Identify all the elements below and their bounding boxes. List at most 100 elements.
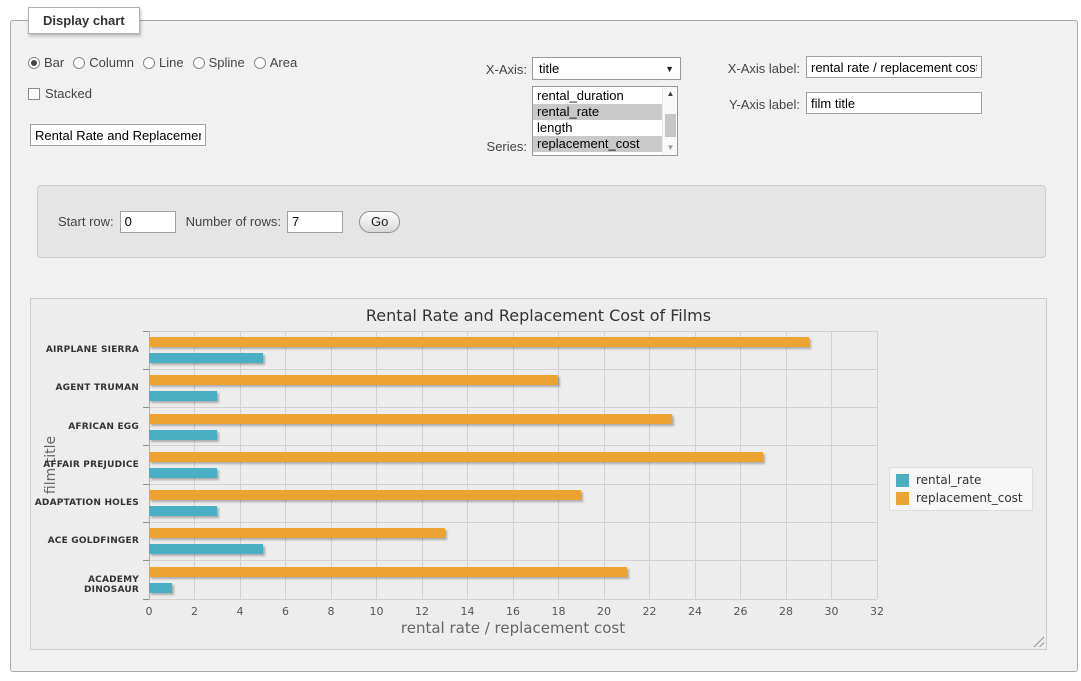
- bar-rental_rate-airplane-sierra[interactable]: [149, 353, 263, 363]
- x-tick-label: 12: [407, 605, 437, 618]
- radio-label: Column: [89, 55, 134, 70]
- gridline: [467, 331, 468, 599]
- bar-replacement_cost-ace-goldfinger[interactable]: [149, 528, 445, 538]
- y-axis-line: [149, 331, 150, 599]
- start-row-input[interactable]: [120, 211, 176, 233]
- scroll-down-icon[interactable]: ▼: [663, 141, 678, 155]
- bar-rental_rate-african-egg[interactable]: [149, 430, 217, 440]
- series-option-rental_duration[interactable]: rental_duration: [533, 88, 662, 104]
- x-tick-label: 8: [316, 605, 346, 618]
- x-tick-label: 20: [589, 605, 619, 618]
- x-tick-label: 28: [771, 605, 801, 618]
- gridline: [831, 331, 832, 599]
- gridline: [422, 331, 423, 599]
- x-axis-label-label: X-Axis label:: [680, 61, 800, 76]
- chevron-down-icon: ▼: [665, 64, 674, 74]
- series-select-label: Series:: [407, 139, 527, 154]
- bar-replacement_cost-academy-dinosaur[interactable]: [149, 567, 627, 577]
- gridline: [149, 407, 877, 408]
- x-tick-label: 18: [544, 605, 574, 618]
- x-tick-label: 16: [498, 605, 528, 618]
- gridline: [149, 445, 877, 446]
- gridline: [194, 331, 195, 599]
- chart-type-area[interactable]: Area: [254, 55, 297, 70]
- radio-icon[interactable]: [143, 57, 155, 69]
- scroll-up-icon[interactable]: ▲: [663, 87, 678, 101]
- chart-type-line[interactable]: Line: [143, 55, 184, 70]
- radio-label: Area: [270, 55, 297, 70]
- y-axis-label-label: Y-Axis label:: [680, 97, 800, 112]
- legend-swatch-icon: [896, 492, 909, 505]
- gridline: [877, 331, 878, 599]
- legend-swatch-icon: [896, 474, 909, 487]
- legend-label: replacement_cost: [916, 491, 1023, 505]
- gridline: [376, 331, 377, 599]
- num-rows-label: Number of rows:: [186, 214, 281, 229]
- y-axis-label-input[interactable]: [806, 92, 982, 114]
- gridline: [149, 599, 877, 600]
- resize-handle-icon[interactable]: [1033, 636, 1044, 647]
- category-label: ADAPTATION HOLES: [31, 498, 139, 508]
- chart-type-bar[interactable]: Bar: [28, 55, 64, 70]
- bar-rental_rate-agent-truman[interactable]: [149, 391, 217, 401]
- series-options: rental_durationrental_ratelengthreplacem…: [533, 88, 662, 152]
- category-label: AFRICAN EGG: [31, 422, 139, 432]
- bar-replacement_cost-airplane-sierra[interactable]: [149, 337, 809, 347]
- start-row-label: Start row:: [58, 214, 114, 229]
- go-button[interactable]: Go: [359, 211, 400, 233]
- legend-item-replacement_cost[interactable]: replacement_cost: [896, 491, 1023, 505]
- chart-title: Rental Rate and Replacement Cost of Film…: [31, 306, 1046, 325]
- gridline: [149, 369, 877, 370]
- radio-icon[interactable]: [193, 57, 205, 69]
- category-label: ACADEMY DINOSAUR: [31, 575, 139, 595]
- legend-item-rental_rate[interactable]: rental_rate: [896, 473, 1023, 487]
- series-option-length[interactable]: length: [533, 120, 662, 136]
- series-option-replacement_cost[interactable]: replacement_cost: [533, 136, 662, 152]
- series-scrollbar[interactable]: ▲ ▼: [662, 87, 677, 155]
- x-axis-label-input[interactable]: [806, 56, 982, 78]
- radio-icon[interactable]: [28, 57, 40, 69]
- x-tick-label: 2: [180, 605, 210, 618]
- category-label: ACE GOLDFINGER: [31, 536, 139, 546]
- radio-icon[interactable]: [254, 57, 266, 69]
- x-axis-select[interactable]: title ▼: [532, 57, 681, 80]
- gridline: [740, 331, 741, 599]
- bar-replacement_cost-affair-prejudice[interactable]: [149, 452, 763, 462]
- x-axis-selected-value: title: [539, 61, 559, 76]
- x-tick-label: 10: [362, 605, 392, 618]
- category-label: AGENT TRUMAN: [31, 383, 139, 393]
- radio-icon[interactable]: [73, 57, 85, 69]
- chart-container: Rental Rate and Replacement Cost of Film…: [30, 298, 1047, 650]
- bar-replacement_cost-agent-truman[interactable]: [149, 375, 558, 385]
- gridline: [558, 331, 559, 599]
- page: Display chart BarColumnLineSplineArea St…: [0, 0, 1081, 681]
- bar-rental_rate-affair-prejudice[interactable]: [149, 468, 217, 478]
- bar-rental_rate-academy-dinosaur[interactable]: [149, 583, 172, 593]
- gridline: [331, 331, 332, 599]
- num-rows-input[interactable]: [287, 211, 343, 233]
- x-tick-label: 22: [635, 605, 665, 618]
- series-listbox[interactable]: rental_durationrental_ratelengthreplacem…: [532, 86, 678, 156]
- row-range-box: Start row: Number of rows: Go: [37, 185, 1046, 258]
- x-tick-label: 24: [680, 605, 710, 618]
- gridline: [149, 560, 877, 561]
- category-label: AIRPLANE SIERRA: [31, 345, 139, 355]
- series-option-rental_rate[interactable]: rental_rate: [533, 104, 662, 120]
- chart-title-input[interactable]: [30, 124, 206, 146]
- gridline: [786, 331, 787, 599]
- bar-rental_rate-adaptation-holes[interactable]: [149, 506, 217, 516]
- x-tick-label: 0: [134, 605, 164, 618]
- chart-x-axis-title: rental rate / replacement cost: [149, 619, 877, 637]
- legend-label: rental_rate: [916, 473, 981, 487]
- scrollbar-thumb[interactable]: [665, 114, 676, 137]
- x-tick-label: 4: [225, 605, 255, 618]
- chart-type-column[interactable]: Column: [73, 55, 134, 70]
- bar-rental_rate-ace-goldfinger[interactable]: [149, 544, 263, 554]
- radio-label: Line: [159, 55, 184, 70]
- bar-replacement_cost-african-egg[interactable]: [149, 414, 672, 424]
- chart-type-spline[interactable]: Spline: [193, 55, 245, 70]
- stacked-label: Stacked: [45, 86, 92, 101]
- stacked-checkbox[interactable]: [28, 88, 40, 100]
- stacked-checkbox-row[interactable]: Stacked: [28, 86, 92, 101]
- bar-replacement_cost-adaptation-holes[interactable]: [149, 490, 581, 500]
